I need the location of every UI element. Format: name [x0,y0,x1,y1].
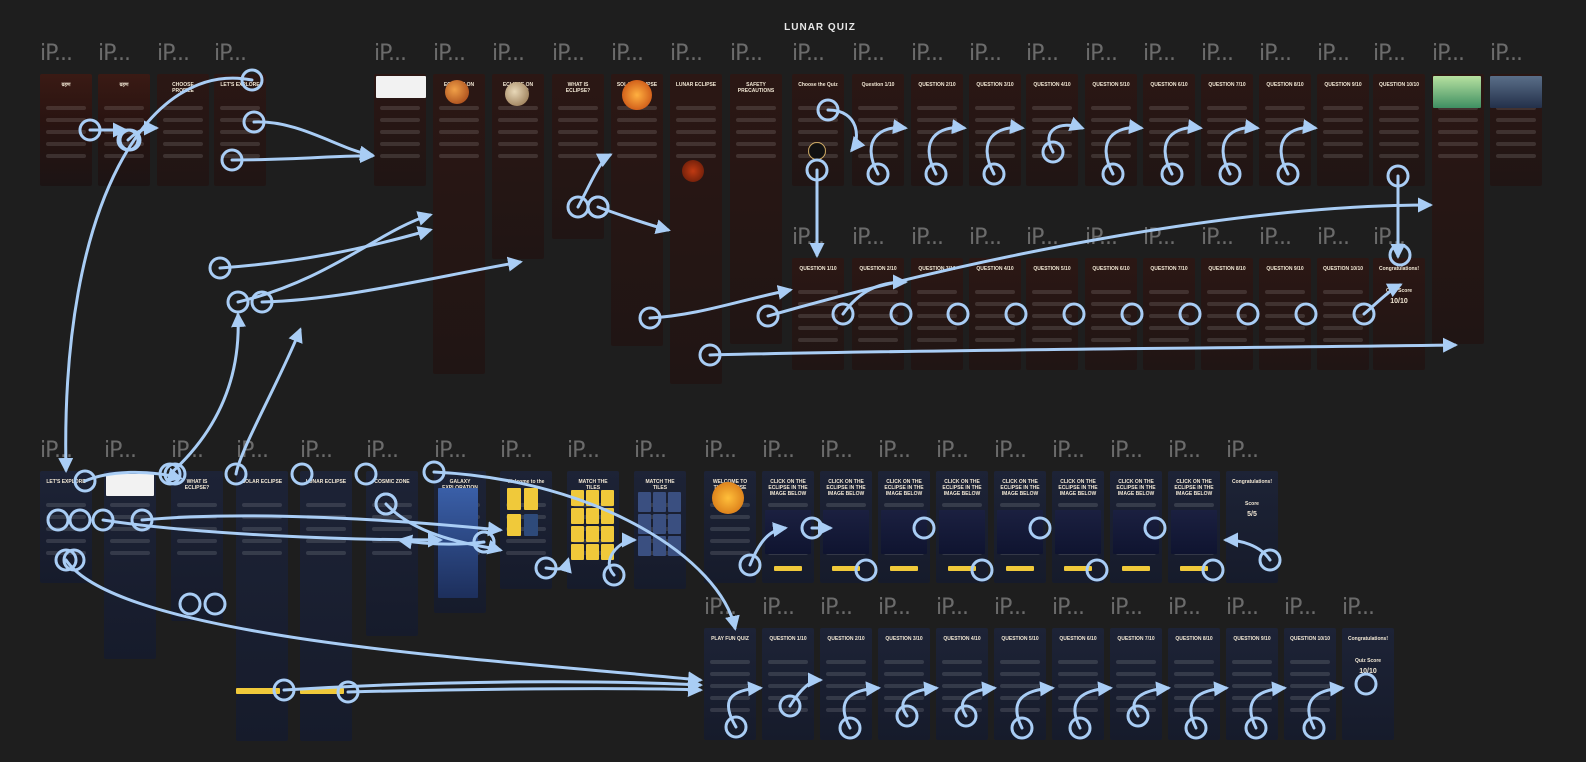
hotspot-handle[interactable] [912,516,936,540]
prototype-link[interactable] [1073,681,1113,730]
prototype-link[interactable] [842,681,881,730]
hotspot-handle[interactable] [203,592,227,616]
prototype-link[interactable] [346,682,703,698]
prototype-link[interactable] [869,119,908,176]
hotspot-handle[interactable] [1085,558,1109,582]
prototype-link[interactable] [826,108,866,153]
prototype-link[interactable] [766,197,1433,318]
prototype-link[interactable] [960,681,997,718]
hotspot-handle[interactable] [854,558,878,582]
hotspot-handle[interactable] [1354,672,1378,696]
prototype-link[interactable] [1362,283,1403,316]
hotspot-handle[interactable] [1178,302,1202,326]
hotspot-handle[interactable] [1028,516,1052,540]
prototype-link[interactable] [1223,532,1272,562]
prototype-link[interactable] [927,119,967,176]
hotspot-handle[interactable] [290,462,314,486]
prototype-link[interactable] [230,148,375,164]
hotspot-handle[interactable] [1004,302,1028,326]
hotspot-handle[interactable] [970,558,994,582]
prototype-link[interactable] [788,672,823,708]
prototype-link[interactable] [252,120,375,161]
prototype-link[interactable] [1307,681,1345,730]
hotspot-handle[interactable] [68,508,92,532]
prototype-connections [46,68,1458,740]
hotspot-handle[interactable] [354,462,378,486]
hotspot-handle[interactable] [1294,302,1318,326]
prototype-link[interactable] [397,534,486,550]
prototype-link[interactable] [101,518,443,548]
prototype-link[interactable] [1221,119,1260,176]
prototype-link[interactable] [1163,119,1203,176]
prototype-link[interactable] [1104,119,1144,176]
hotspot-handle[interactable] [1143,516,1167,540]
prototype-link[interactable] [985,119,1025,176]
prototype-link[interactable] [748,522,788,567]
hotspot-handle[interactable] [1120,302,1144,326]
hotspot-handle[interactable] [1201,558,1225,582]
prototype-link[interactable] [1249,681,1287,730]
prototype-link[interactable] [140,514,503,537]
hotspot-handle[interactable] [1388,243,1412,267]
hotspot-handle[interactable] [46,508,70,532]
prototype-link[interactable] [708,337,1458,357]
hotspot-handle[interactable] [178,592,202,616]
prototype-link[interactable] [236,211,433,304]
prototype-link[interactable] [648,285,793,320]
prototype-link[interactable] [1279,119,1318,176]
prototype-link[interactable] [168,312,247,476]
hotspot-handle[interactable] [1062,302,1086,326]
hotspot-handle[interactable] [889,302,913,326]
prototype-link[interactable] [58,76,254,473]
prototype-link[interactable] [1015,681,1055,730]
prototype-link[interactable] [1047,116,1085,154]
prototype-link[interactable] [234,327,303,476]
prototype-canvas[interactable]: LUNAR QUIZ iP... ग्रहण iP... ग्रहण iP... CHOO… [0,0,1586,762]
prototype-link[interactable] [1189,681,1229,730]
hotspot-handle[interactable] [1236,302,1260,326]
hotspot-handle[interactable] [946,302,970,326]
prototype-link[interactable] [901,681,939,718]
prototype-link[interactable] [1132,681,1171,718]
prototype-link[interactable] [218,226,433,270]
